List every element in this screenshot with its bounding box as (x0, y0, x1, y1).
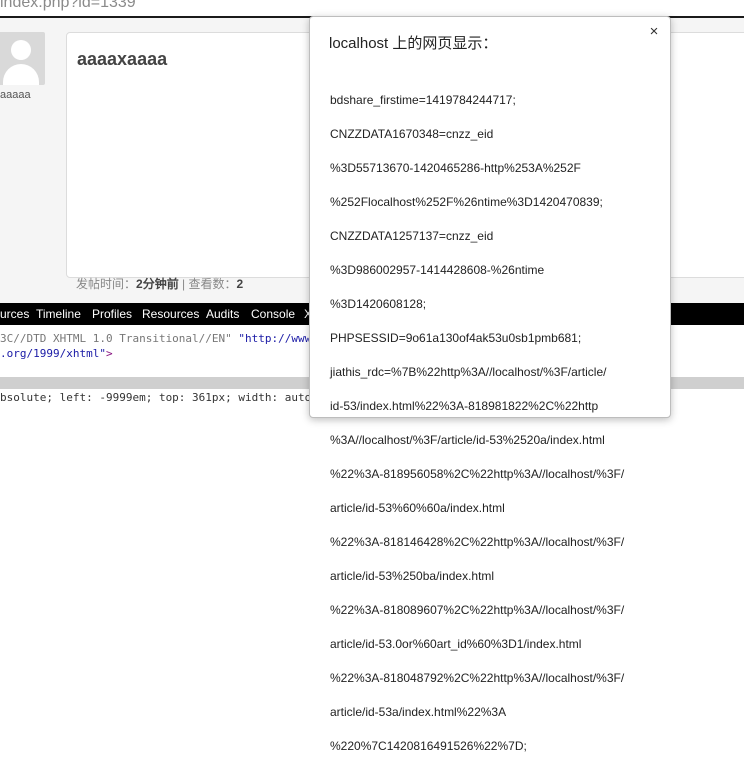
tab-console[interactable]: Console (251, 307, 295, 321)
style-line[interactable]: bsolute; left: -9999em; top: 361px; widt… (0, 391, 311, 404)
message-line: id-53/index.html%22%3A-818981822%2C%22ht… (330, 399, 599, 413)
message-line: %22%3A-818146428%2C%22http%3A//localhost… (330, 535, 625, 549)
message-line: PHPSESSID=9o61a130of4ak53u0sb1pmb681; (330, 331, 582, 345)
message-line: %3A//localhost/%3F/article/id-53%2520a/i… (330, 433, 605, 447)
message-line: CNZZDATA1257137=cnzz_eid (330, 229, 494, 243)
post-views-value: 2 (236, 277, 244, 291)
message-line: %3D55713670-1420465286-http%253A%252F (330, 161, 581, 175)
post-time-label: 发帖时间： (76, 277, 137, 291)
message-line: bdshare_firstime=1419784244717; (330, 93, 516, 107)
source-xmlns-text: .org/1999/xhtml" (0, 347, 106, 360)
message-line: article/id-53%250ba/index.html (330, 569, 495, 583)
post-views-label: | 查看数： (182, 277, 237, 291)
source-doctype-text: 3C//DTD XHTML 1.0 Transitional//EN" (0, 332, 232, 345)
tab-audits[interactable]: Audits (206, 307, 239, 321)
tab-timeline[interactable]: Timeline (36, 307, 81, 321)
avatar-body-shape (3, 64, 39, 85)
message-line: article/id-53%60%60a/index.html (330, 501, 505, 515)
username-label[interactable]: aaaaa (0, 89, 31, 101)
close-icon[interactable]: × (647, 24, 661, 39)
message-line: %22%3A-818956058%2C%22http%3A//localhost… (330, 467, 625, 481)
dialog-title: localhost 上的网页显示： (329, 35, 498, 52)
avatar[interactable] (0, 32, 45, 85)
source-doctype-url: "http://www (231, 332, 312, 345)
message-line: %252Flocalhost%252F%26ntime%3D1420470839… (330, 195, 603, 209)
tab-sources[interactable]: urces (0, 307, 29, 321)
avatar-head-shape (11, 40, 31, 60)
post-meta: 发帖时间：2分钟前 | 查看数：2 (76, 275, 243, 292)
source-line-doctype[interactable]: 3C//DTD XHTML 1.0 Transitional//EN" "htt… (0, 332, 311, 345)
message-line: %3D1420608128; (330, 297, 427, 311)
source-line-xmlns[interactable]: .org/1999/xhtml"> (0, 347, 113, 360)
address-text: index.php?id=1339 (0, 0, 136, 11)
message-line: %220%7C1420816491526%22%7D; (330, 739, 527, 753)
message-line: article/id-53a/index.html%22%3A (330, 705, 507, 719)
post-time-value: 2分钟前 (136, 277, 179, 291)
tab-profiles[interactable]: Profiles (92, 307, 132, 321)
message-line: %22%3A-818048792%2C%22http%3A//localhost… (330, 671, 625, 685)
message-line: jiathis_rdc=%7B%22http%3A//localhost/%3F… (330, 365, 607, 379)
source-xmlns-close: > (105, 347, 113, 360)
message-line: CNZZDATA1670348=cnzz_eid (330, 127, 494, 141)
message-line: article/id-53.0or%60art_id%60%3D1/index.… (330, 637, 582, 651)
tab-resources[interactable]: Resources (142, 307, 199, 321)
dialog-message[interactable]: bdshare_firstime=1419784244717; CNZZDATA… (330, 75, 660, 772)
alert-dialog: localhost 上的网页显示： × bdshare_firstime=141… (309, 16, 671, 753)
message-line: %3D986002957-1414428608-%26ntime (330, 263, 545, 277)
message-line: %22%3A-818089607%2C%22http%3A//localhost… (330, 603, 625, 617)
post-title: aaaaxaaaa (77, 49, 168, 69)
